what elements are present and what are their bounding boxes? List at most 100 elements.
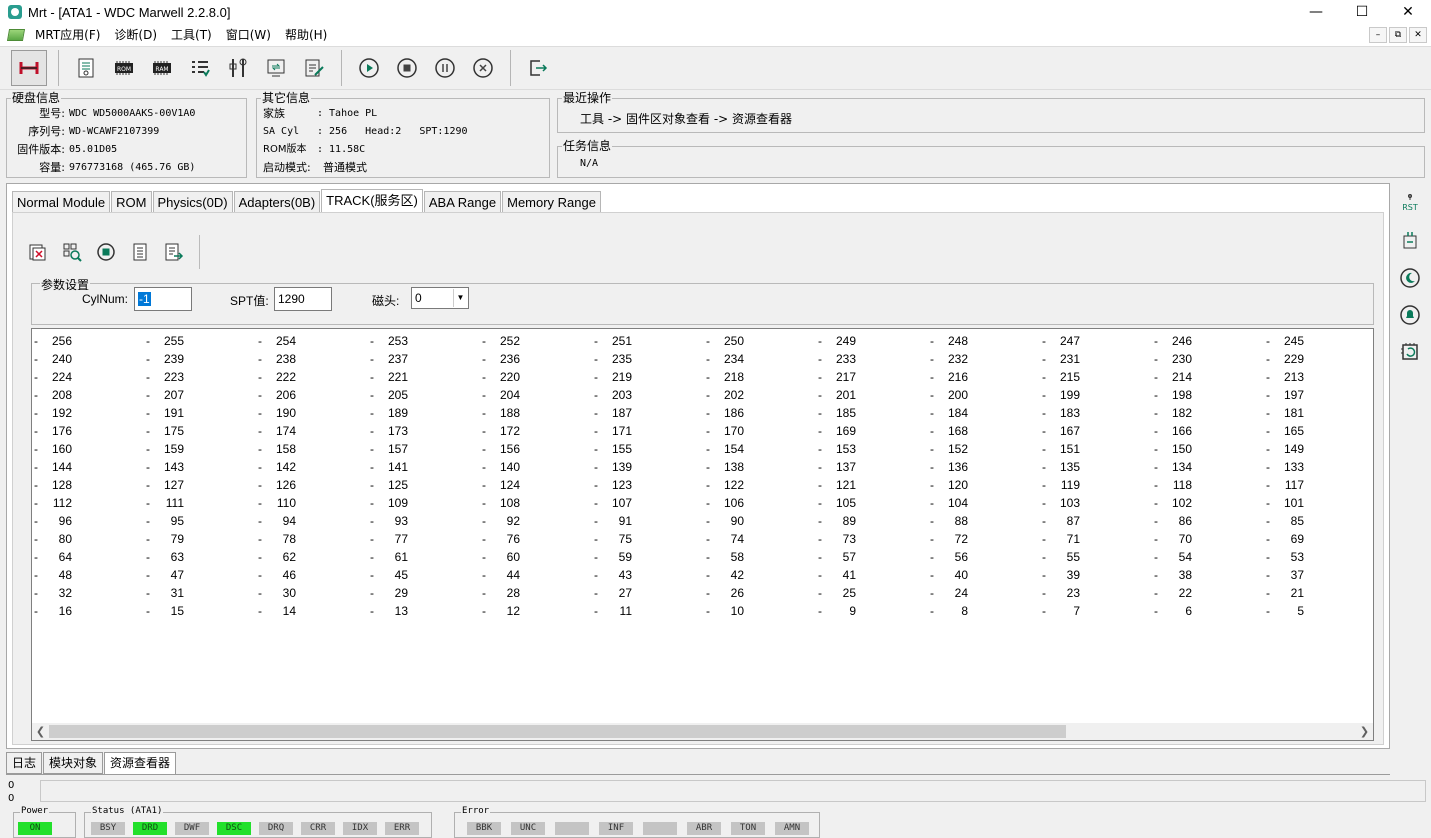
track-cell[interactable]: -133 — [1264, 458, 1373, 476]
track-cell[interactable]: -120 — [928, 476, 1040, 494]
track-cell[interactable]: - 94 — [256, 512, 368, 530]
clear-button[interactable] — [23, 237, 53, 267]
track-cell[interactable]: - 32 — [32, 584, 144, 602]
track-cell[interactable]: - 24 — [928, 584, 1040, 602]
track-cell[interactable]: - 62 — [256, 548, 368, 566]
track-cell[interactable]: -239 — [144, 350, 256, 368]
track-cell[interactable]: -139 — [592, 458, 704, 476]
track-cell[interactable]: -112 — [32, 494, 144, 512]
track-cell[interactable]: - 15 — [144, 602, 256, 620]
track-cell[interactable]: -124 — [480, 476, 592, 494]
track-cell[interactable]: - 26 — [704, 584, 816, 602]
track-cell[interactable]: - 22 — [1152, 584, 1264, 602]
mdi-restore-button[interactable]: ⧉ — [1389, 27, 1407, 43]
track-cell[interactable]: -118 — [1152, 476, 1264, 494]
tab-normal-module[interactable]: Normal Module — [12, 191, 111, 213]
track-cell[interactable]: -153 — [816, 440, 928, 458]
track-cell[interactable]: -192 — [32, 404, 144, 422]
track-cell[interactable]: -175 — [144, 422, 256, 440]
edit-button[interactable] — [298, 52, 330, 84]
spt-input[interactable]: 1290 — [274, 287, 332, 311]
track-cell[interactable]: -135 — [1040, 458, 1152, 476]
track-cell[interactable]: -208 — [32, 386, 144, 404]
tools-button[interactable] — [222, 52, 254, 84]
track-cell[interactable]: - 88 — [928, 512, 1040, 530]
track-cell[interactable]: -215 — [1040, 368, 1152, 386]
track-cell[interactable]: -182 — [1152, 404, 1264, 422]
track-cell[interactable]: -106 — [704, 494, 816, 512]
track-cell[interactable]: -237 — [368, 350, 480, 368]
scrollbar-thumb[interactable] — [49, 725, 1066, 738]
track-cell[interactable]: -185 — [816, 404, 928, 422]
track-cell[interactable]: -235 — [592, 350, 704, 368]
track-cell[interactable]: -198 — [1152, 386, 1264, 404]
track-cell[interactable]: - 93 — [368, 512, 480, 530]
track-cell[interactable]: -181 — [1264, 404, 1373, 422]
maximize-button[interactable]: ☐ — [1339, 0, 1385, 24]
track-cell[interactable]: - 28 — [480, 584, 592, 602]
track-cell[interactable]: -121 — [816, 476, 928, 494]
track-cell[interactable]: -138 — [704, 458, 816, 476]
track-cell[interactable]: -171 — [592, 422, 704, 440]
track-cell[interactable]: - 76 — [480, 530, 592, 548]
track-cell[interactable]: -234 — [704, 350, 816, 368]
tab-adapters[interactable]: Adapters(0B) — [233, 191, 321, 213]
track-cell[interactable]: -119 — [1040, 476, 1152, 494]
track-cell[interactable]: - 11 — [592, 602, 704, 620]
track-cell[interactable]: - 31 — [144, 584, 256, 602]
track-cell[interactable]: -5 — [1264, 602, 1373, 620]
track-cell[interactable]: -168 — [928, 422, 1040, 440]
track-cell[interactable]: -256 — [32, 332, 144, 350]
track-cell[interactable]: -157 — [368, 440, 480, 458]
menu-diagnose[interactable]: 诊断(D) — [107, 24, 164, 46]
tab-module-objects[interactable]: 模块对象 — [43, 752, 104, 774]
menu-mrt-app[interactable]: MRT应用(F) — [28, 24, 107, 46]
mdi-close-button[interactable]: ✕ — [1409, 27, 1427, 43]
track-cell[interactable]: - 48 — [32, 566, 144, 584]
track-cell[interactable]: -173 — [368, 422, 480, 440]
track-cell[interactable]: -105 — [816, 494, 928, 512]
track-cell[interactable]: -240 — [32, 350, 144, 368]
cylnum-input[interactable]: -1 — [134, 287, 192, 311]
track-cell[interactable]: - 40 — [928, 566, 1040, 584]
track-cell[interactable]: -109 — [368, 494, 480, 512]
track-cell[interactable]: -245 — [1264, 332, 1373, 350]
track-cell[interactable]: -122 — [704, 476, 816, 494]
track-cell[interactable]: -152 — [928, 440, 1040, 458]
track-cell[interactable]: - 53 — [1264, 548, 1373, 566]
track-cell[interactable]: -231 — [1040, 350, 1152, 368]
track-cell[interactable]: - 13 — [368, 602, 480, 620]
track-cell[interactable]: -247 — [1040, 332, 1152, 350]
track-cell[interactable]: -200 — [928, 386, 1040, 404]
track-cell[interactable]: -103 — [1040, 494, 1152, 512]
track-cell[interactable]: -9 — [816, 602, 928, 620]
track-cell[interactable]: -238 — [256, 350, 368, 368]
track-cell[interactable]: -251 — [592, 332, 704, 350]
track-cell[interactable]: -142 — [256, 458, 368, 476]
track-cell[interactable]: -188 — [480, 404, 592, 422]
menu-help[interactable]: 帮助(H) — [278, 24, 334, 46]
track-cell[interactable]: - 56 — [928, 548, 1040, 566]
menu-tools[interactable]: 工具(T) — [164, 24, 219, 46]
track-cell[interactable]: -8 — [928, 602, 1040, 620]
track-cell[interactable]: -236 — [480, 350, 592, 368]
track-cell[interactable]: -253 — [368, 332, 480, 350]
track-cell[interactable]: - 89 — [816, 512, 928, 530]
menu-window[interactable]: 窗口(W) — [219, 24, 278, 46]
track-list-button[interactable] — [125, 237, 155, 267]
track-cell[interactable]: - 80 — [32, 530, 144, 548]
track-cell[interactable]: - 92 — [480, 512, 592, 530]
tab-track[interactable]: TRACK(服务区) — [321, 189, 423, 213]
refresh-chip-button[interactable] — [1395, 337, 1425, 367]
rom-button[interactable]: ROM — [108, 52, 140, 84]
track-cell[interactable]: - 46 — [256, 566, 368, 584]
track-cell[interactable]: -205 — [368, 386, 480, 404]
track-cell[interactable]: -221 — [368, 368, 480, 386]
track-cell[interactable]: -197 — [1264, 386, 1373, 404]
track-cell[interactable]: - 30 — [256, 584, 368, 602]
track-cell[interactable]: - 85 — [1264, 512, 1373, 530]
track-cell[interactable]: -104 — [928, 494, 1040, 512]
track-cell[interactable]: -201 — [816, 386, 928, 404]
track-cell[interactable]: - 41 — [816, 566, 928, 584]
track-cell[interactable]: -218 — [704, 368, 816, 386]
